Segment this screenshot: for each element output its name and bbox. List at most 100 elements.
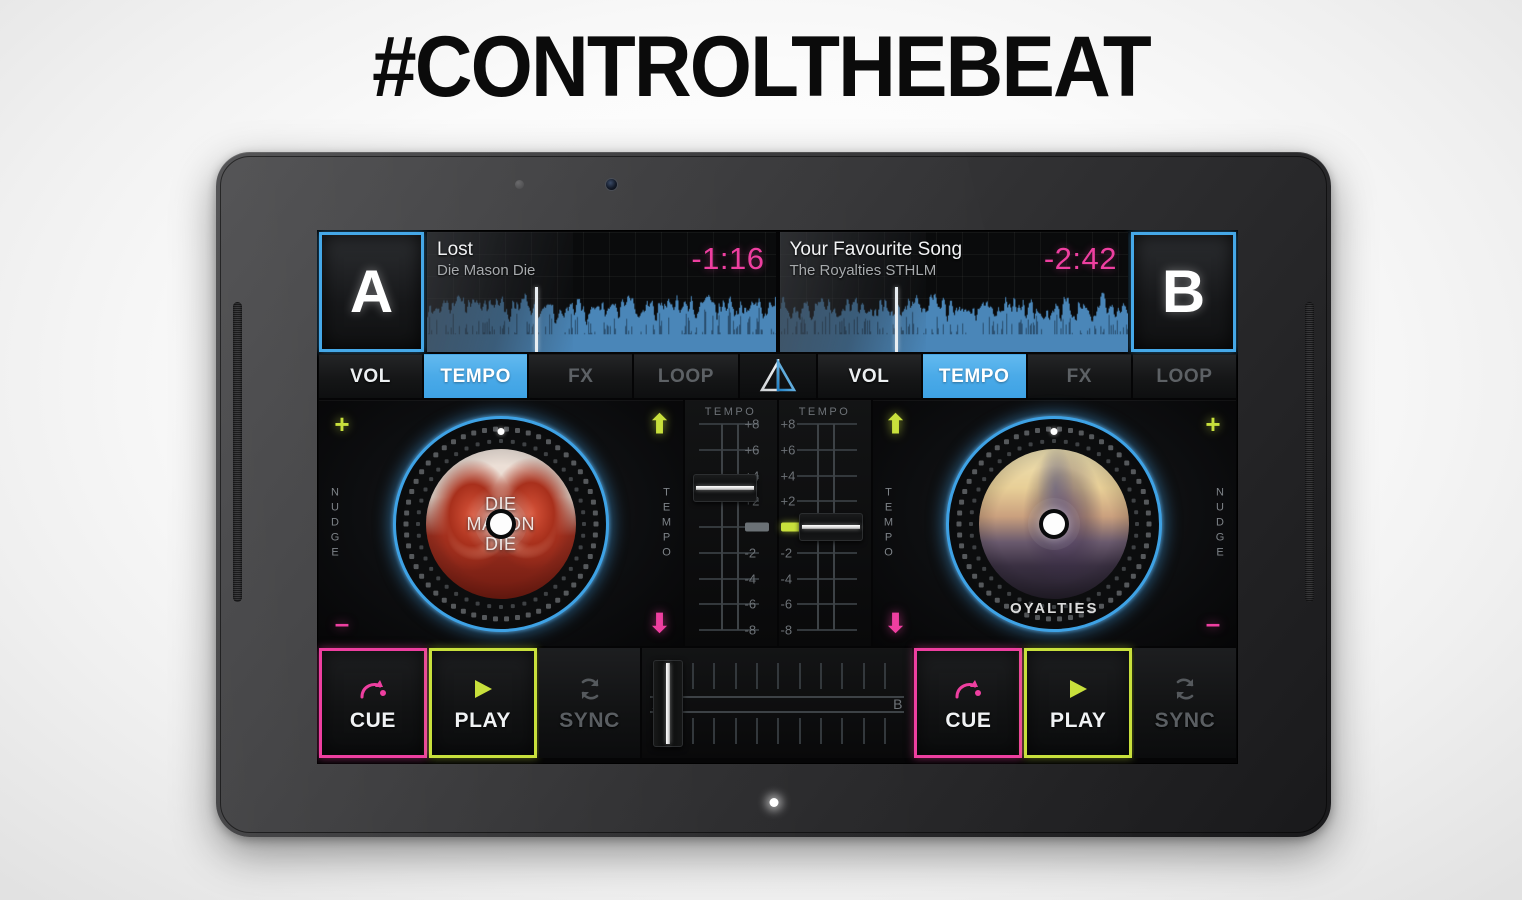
- deck-a-nudge-minus-button[interactable]: –: [327, 608, 357, 638]
- deck-a-jog-panel: + – ⬆ ⬇ NUDGE TEMPO DIEMASONDIE: [319, 400, 683, 646]
- play-icon: [1065, 674, 1091, 704]
- deck-a-sync-button[interactable]: SYNC: [538, 648, 641, 758]
- deck-a-nudge-label: NUDGE: [329, 486, 341, 561]
- crossfader-knob[interactable]: [653, 660, 684, 747]
- deck-a-spindle: [489, 512, 512, 535]
- deck-b-cue-button[interactable]: CUE: [914, 648, 1023, 758]
- deck-a-letter: A: [349, 258, 394, 325]
- tempo-scale-label: +4: [780, 468, 796, 483]
- tempo-rail: [720, 424, 723, 630]
- deck-a-track-artist: Die Mason Die: [437, 261, 536, 279]
- tab-a-vol[interactable]: VOL: [319, 354, 423, 398]
- deck-b-track-artist: The Royalties STHLM: [789, 261, 937, 279]
- tempo-scale-label: -4: [780, 571, 793, 586]
- front-camera-icon: [606, 179, 617, 190]
- deck-b-waveform[interactable]: Your Favourite Song The Royalties STHLM …: [779, 232, 1128, 352]
- play-icon: [470, 674, 496, 704]
- deck-b-play-button[interactable]: PLAY: [1024, 648, 1133, 758]
- tab-b-tempo[interactable]: TEMPO: [922, 354, 1026, 398]
- deck-b-tempo-knob[interactable]: [798, 513, 863, 541]
- tempo-scale-label: +6: [744, 442, 760, 458]
- deck-a-position-marker: [497, 427, 505, 435]
- deck-a-tempo-slider-panel: TEMPO +8+6+4+2-2-4-6-8: [684, 400, 777, 646]
- notification-led-icon: [769, 798, 778, 807]
- tempo-scale-label: -6: [744, 596, 757, 612]
- deck-a-tempo-down-button[interactable]: ⬇: [645, 608, 675, 638]
- deck-a-cue-label: CUE: [349, 708, 396, 732]
- deck-b-cue-label: CUE: [945, 708, 992, 732]
- deck-b-jog-wheel[interactable]: OYALTIES: [946, 415, 1163, 632]
- cue-arrow-icon: [953, 674, 983, 704]
- tempo-zero-marker: [744, 522, 769, 532]
- app-screen: A Lost Die Mason Die -1:16 Your Favourit…: [317, 230, 1238, 764]
- deck-a-letter-button[interactable]: A: [319, 232, 424, 352]
- deck-a-waveform[interactable]: Lost Die Mason Die -1:16: [427, 232, 776, 352]
- tempo-scale-label: -2: [780, 545, 793, 561]
- deck-b-play-label: PLAY: [1049, 708, 1107, 732]
- deck-a-nudge-plus-button[interactable]: +: [327, 409, 357, 439]
- tempo-scale-label: -2: [744, 545, 757, 561]
- triangle-logo-icon: [759, 359, 796, 392]
- tab-b-fx[interactable]: FX: [1027, 354, 1131, 398]
- deck-header-row: A Lost Die Mason Die -1:16 Your Favourit…: [317, 230, 1238, 352]
- crossfader-rail: [650, 711, 905, 714]
- deck-a-cue-button[interactable]: CUE: [319, 648, 427, 758]
- tempo-scale-label: -8: [780, 622, 793, 638]
- deck-a-track-meta: Lost Die Mason Die: [437, 239, 535, 279]
- transport-row: CUE PLAY SYNC B CUE PLAY SYNC: [317, 646, 1238, 760]
- tempo-scale-label: -4: [744, 571, 757, 586]
- deck-b-tempo-slider-panel: TEMPO +8 +6 +4 +2 -2 -4 -6 -8: [778, 400, 871, 646]
- deck-b-art-label: OYALTIES: [1009, 599, 1099, 617]
- tab-a-loop[interactable]: LOOP: [634, 354, 738, 398]
- deck-a-tempo-up-button[interactable]: ⬆: [645, 409, 675, 439]
- deck-b-nudge-label: NUDGE: [1214, 486, 1226, 561]
- deck-a-track-title: Lost: [437, 239, 473, 260]
- deck-b-sync-button[interactable]: SYNC: [1134, 648, 1236, 758]
- mode-tab-row: VOL TEMPO FX LOOP VOL TEMPO FX LOOP: [317, 352, 1238, 400]
- deck-b-tempo-track[interactable]: +8 +6 +4 +2 -2 -4 -6 -8: [779, 417, 871, 638]
- platter-ring: OYALTIES: [956, 425, 1153, 622]
- deck-a-play-button[interactable]: PLAY: [428, 648, 537, 758]
- crossfader-track[interactable]: A B: [650, 660, 905, 747]
- tempo-scale-label: +8: [780, 416, 796, 432]
- deck-b-time-remaining: -2:42: [1043, 241, 1117, 276]
- deck-b-nudge-minus-button[interactable]: –: [1198, 608, 1228, 638]
- deck-a-play-label: PLAY: [454, 708, 511, 732]
- deck-a-tempo-track[interactable]: +8+6+4+2-2-4-6-8: [685, 417, 777, 638]
- deck-a-jog-wheel[interactable]: DIEMASONDIE: [392, 415, 609, 632]
- crossfader-ticks: [650, 660, 904, 747]
- tempo-scale-label: +8: [744, 416, 760, 432]
- playhead-b: [894, 287, 898, 352]
- tempo-scale-label: +2: [780, 493, 796, 509]
- speaker-grille-left: [233, 302, 242, 602]
- deck-b-nudge-plus-button[interactable]: +: [1198, 409, 1228, 439]
- tempo-scale-a: +8+6+4+2-2-4-6-8: [744, 417, 775, 638]
- deck-a-tempo-knob[interactable]: [692, 474, 757, 503]
- deck-b-track-title: Your Favourite Song: [789, 239, 963, 260]
- sync-loop-icon: [1171, 674, 1199, 704]
- tab-b-loop[interactable]: LOOP: [1132, 354, 1236, 398]
- crossfader-panel[interactable]: A B: [642, 648, 913, 758]
- deck-b-tempo-label: TEMPO: [882, 486, 895, 561]
- deck-a-tempo-caption: TEMPO: [704, 406, 757, 418]
- tab-a-fx[interactable]: FX: [529, 354, 633, 398]
- playhead-a: [535, 287, 539, 352]
- deck-a-time-remaining: -1:16: [691, 241, 765, 276]
- deck-a-tempo-label: TEMPO: [660, 486, 673, 561]
- tempo-rail: [736, 424, 739, 630]
- tab-a-tempo[interactable]: TEMPO: [424, 354, 528, 398]
- deck-b-letter-button[interactable]: B: [1131, 232, 1236, 352]
- deck-b-tempo-up-button[interactable]: ⬆: [881, 409, 911, 439]
- deck-b-tempo-down-button[interactable]: ⬇: [881, 608, 911, 638]
- speaker-grille-right: [1305, 302, 1314, 602]
- tab-b-vol[interactable]: VOL: [817, 354, 921, 398]
- sync-loop-icon: [576, 674, 604, 704]
- app-logo-button[interactable]: [739, 354, 816, 398]
- crossfader-rail: [650, 695, 905, 698]
- deck-b-spindle: [1043, 512, 1066, 535]
- deck-b-sync-label: SYNC: [1154, 708, 1216, 732]
- deck-b-position-marker: [1050, 427, 1058, 435]
- deck-b-track-meta: Your Favourite Song The Royalties STHLM: [790, 239, 963, 279]
- deck-b-jog-panel: ⬆ ⬇ + – TEMPO NUDGE OYALTIES: [872, 400, 1236, 646]
- tempo-scale-label: -6: [780, 596, 793, 612]
